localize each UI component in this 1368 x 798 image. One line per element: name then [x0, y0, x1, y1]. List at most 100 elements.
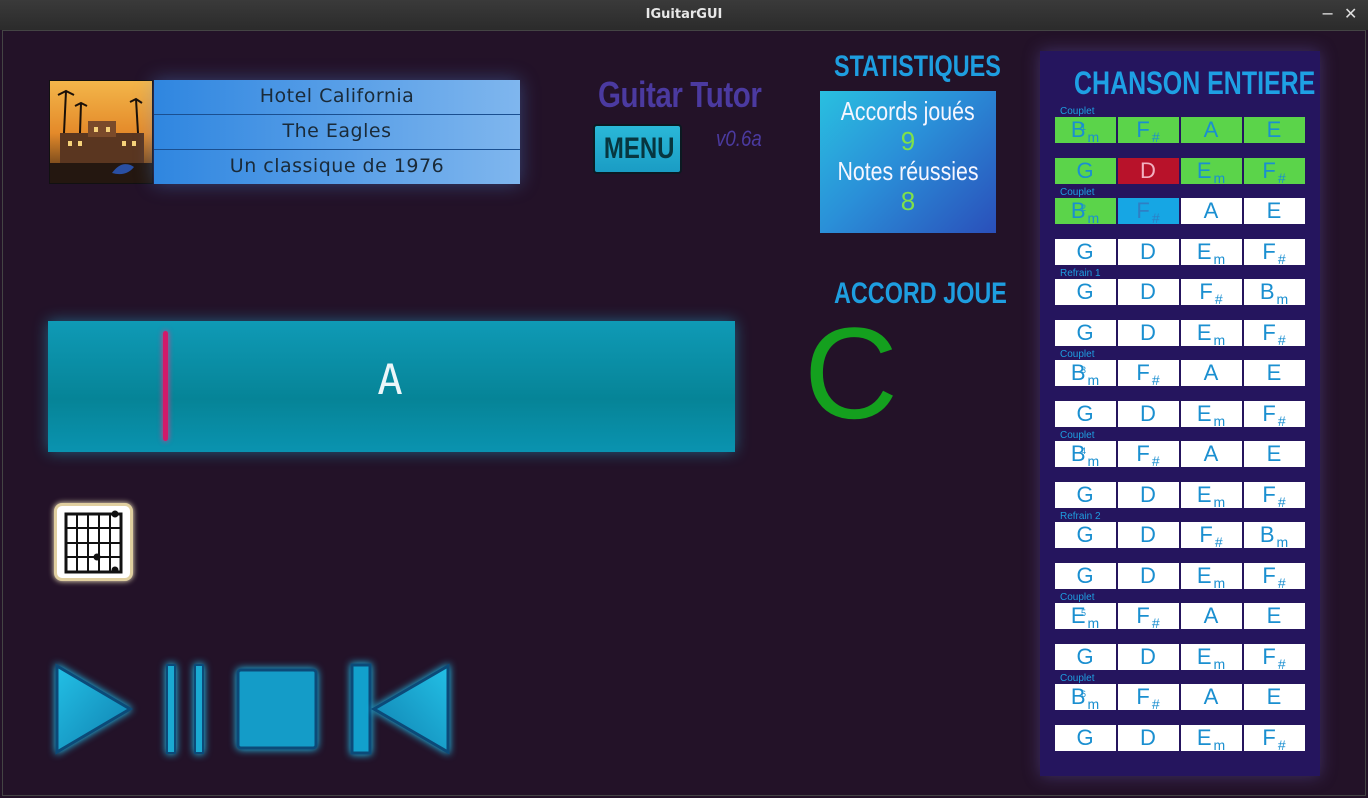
chord-cell[interactable]: F# — [1181, 522, 1242, 550]
chord-root: A — [1203, 198, 1220, 223]
chords-played-label: Accords joués — [841, 96, 975, 126]
rewind-button[interactable] — [350, 663, 452, 755]
chord-cell[interactable]: F# — [1118, 603, 1179, 631]
chord-quality: # — [1151, 696, 1161, 712]
chord-cell[interactable]: G — [1055, 238, 1116, 265]
chord-cell[interactable]: D — [1118, 724, 1179, 751]
chord-cell[interactable]: Em — [1181, 481, 1242, 510]
chord-row: Bm 2 F# A E — [1055, 198, 1305, 226]
play-button[interactable] — [54, 663, 134, 755]
chord-cell[interactable]: F# — [1118, 441, 1179, 469]
chord-cell[interactable]: F# — [1244, 724, 1305, 753]
chord-cell[interactable]: F# — [1244, 562, 1305, 591]
chord-cell[interactable]: D — [1118, 481, 1179, 508]
chord-cell[interactable]: Em — [1181, 724, 1242, 753]
chord-cell[interactable]: Em — [1181, 562, 1242, 591]
chord-cell[interactable]: D — [1118, 238, 1179, 265]
chord-root: E — [1266, 360, 1283, 385]
chord-root: E — [1266, 117, 1283, 142]
chord-cell[interactable]: G — [1055, 319, 1116, 346]
chord-cell[interactable]: G — [1055, 279, 1116, 305]
stop-button[interactable] — [236, 668, 320, 752]
chord-cell[interactable]: G — [1055, 522, 1116, 548]
chord-cell[interactable]: Bm — [1244, 522, 1305, 550]
chord-quality: # — [1151, 210, 1161, 226]
chord-cell[interactable]: A — [1181, 684, 1242, 710]
chord-root: G — [1076, 522, 1095, 547]
chord-cell[interactable]: E — [1244, 441, 1305, 467]
full-song-heading: CHANSON ENTIERE — [1074, 65, 1316, 101]
chord-cell[interactable]: D — [1118, 400, 1179, 427]
chord-cell[interactable]: Em 5 — [1055, 603, 1116, 631]
chord-cell[interactable]: Em — [1181, 238, 1242, 267]
chord-quality: # — [1277, 574, 1287, 591]
chord-cell[interactable]: Em — [1181, 319, 1242, 348]
chord-cell[interactable]: D — [1118, 279, 1179, 305]
chord-cell[interactable]: F# — [1118, 117, 1179, 145]
chord-cell[interactable]: A — [1181, 117, 1242, 143]
chord-cell[interactable]: E — [1244, 684, 1305, 710]
chord-cell[interactable]: Em — [1181, 400, 1242, 429]
minimize-icon[interactable]: − — [1321, 4, 1334, 23]
chord-cell[interactable]: G — [1055, 400, 1116, 427]
chord-cell[interactable]: F# — [1244, 400, 1305, 429]
chord-cell[interactable]: A — [1181, 441, 1242, 467]
close-icon[interactable]: ✕ — [1344, 4, 1357, 23]
chord-cell[interactable]: F# — [1244, 319, 1305, 348]
chord-cell[interactable]: F# — [1244, 481, 1305, 510]
chord-cell[interactable]: E — [1244, 603, 1305, 629]
chord-quality: m — [1087, 453, 1101, 469]
chord-quality: m — [1213, 574, 1227, 591]
chord-cell[interactable]: Bm 6 — [1055, 684, 1116, 712]
section-number: 3 — [1081, 365, 1088, 375]
chord-cell[interactable]: E — [1244, 198, 1305, 224]
chord-root: E — [1196, 562, 1213, 588]
chord-cell[interactable]: F# — [1118, 360, 1179, 388]
chord-cell[interactable]: F# — [1181, 279, 1242, 307]
chord-cell[interactable]: F# — [1118, 198, 1179, 226]
chord-cell[interactable]: G — [1055, 157, 1116, 184]
chord-root: E — [1196, 157, 1213, 183]
chord-cell[interactable]: Em — [1181, 643, 1242, 672]
play-icon — [55, 663, 133, 755]
section-number: 2 — [1081, 203, 1088, 213]
chord-cell[interactable]: D — [1118, 643, 1179, 670]
chord-cell[interactable]: Bm — [1244, 279, 1305, 307]
chord-cell[interactable]: F# — [1244, 157, 1305, 186]
chord-root: G — [1076, 400, 1095, 426]
chord-cell[interactable]: G — [1055, 562, 1116, 589]
chord-cell[interactable]: E — [1244, 117, 1305, 143]
chord-root: D — [1140, 400, 1157, 426]
chord-cell[interactable]: A — [1181, 360, 1242, 386]
chord-cell[interactable]: G — [1055, 724, 1116, 751]
section-label: Couplet — [1060, 430, 1095, 441]
pause-button[interactable] — [164, 663, 208, 755]
chord-cell[interactable]: A — [1181, 198, 1242, 224]
chord-root: G — [1076, 238, 1095, 264]
chord-diagram-icon[interactable] — [54, 503, 133, 581]
chord-cell[interactable]: G — [1055, 643, 1116, 670]
chord-cell[interactable]: F# — [1118, 684, 1179, 712]
chord-cell[interactable]: D — [1118, 319, 1179, 346]
chord-cell[interactable]: Bm 2 — [1055, 198, 1116, 226]
chord-cell[interactable]: E — [1244, 360, 1305, 386]
chord-cell[interactable]: A — [1181, 603, 1242, 629]
chord-cell[interactable]: D — [1118, 562, 1179, 589]
chord-cell[interactable]: Bm 3 — [1055, 360, 1116, 388]
chord-quality: # — [1277, 412, 1287, 429]
chord-cell[interactable]: F# — [1244, 238, 1305, 267]
chord-root: F — [1262, 481, 1277, 507]
chord-cell[interactable]: Bm 1 — [1055, 117, 1116, 145]
chord-root: F — [1136, 360, 1151, 385]
chord-cell[interactable]: F# — [1244, 643, 1305, 672]
chord-root: A — [1203, 117, 1220, 142]
chord-root: G — [1076, 279, 1095, 304]
chord-quality: # — [1277, 655, 1287, 672]
menu-button[interactable]: MENU — [593, 124, 682, 174]
chord-cell[interactable]: D — [1118, 157, 1179, 184]
chord-cell[interactable]: D — [1118, 522, 1179, 548]
played-chord-display: C — [804, 300, 898, 446]
chord-cell[interactable]: G — [1055, 481, 1116, 508]
chord-cell[interactable]: Em — [1181, 157, 1242, 186]
chord-cell[interactable]: Bm 4 — [1055, 441, 1116, 469]
